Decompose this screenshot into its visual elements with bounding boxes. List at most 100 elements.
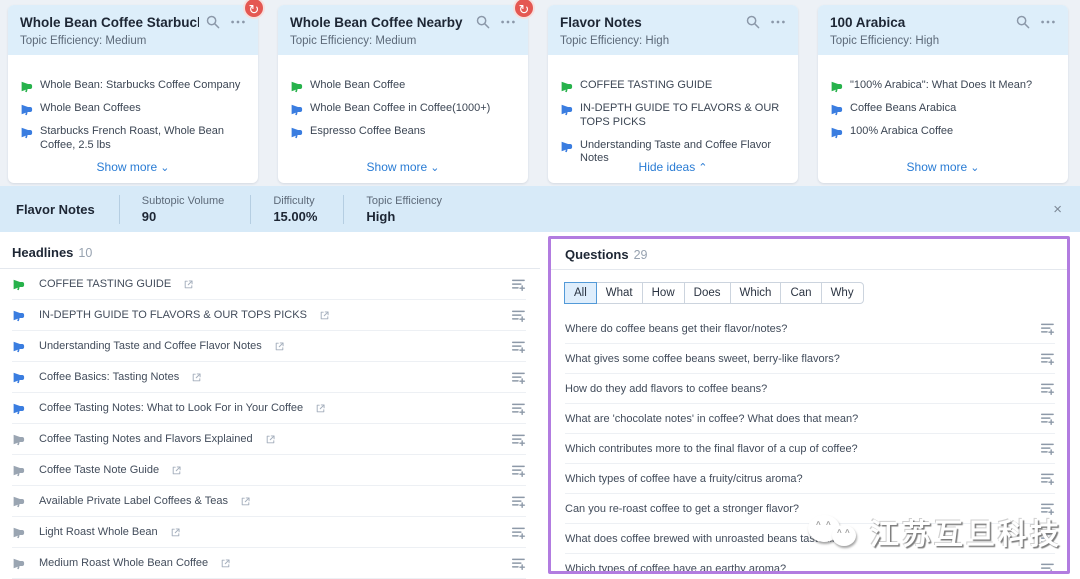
idea-item[interactable]: IN-DEPTH GUIDE TO FLAVORS & OUR TOPS PIC…	[560, 102, 786, 130]
external-link-icon[interactable]	[319, 310, 330, 321]
add-to-list-icon[interactable]	[1040, 381, 1055, 396]
more-options-icon[interactable]	[1040, 14, 1056, 30]
close-icon[interactable]: ×	[1053, 202, 1062, 217]
headlines-header: Headlines 10	[0, 238, 540, 269]
idea-text: Whole Bean Coffee	[310, 79, 405, 93]
question-filters: AllWhatHowDoesWhichCanWhy	[565, 282, 1053, 304]
headline-row[interactable]: Medium Roast Whole Bean Coffee	[12, 548, 526, 579]
filter-chip[interactable]: What	[596, 282, 643, 304]
idea-item[interactable]: Whole Bean Coffee	[290, 79, 516, 93]
add-to-list-icon[interactable]	[511, 556, 526, 571]
metric-label: Subtopic Volume	[142, 195, 225, 207]
more-options-icon[interactable]	[230, 14, 246, 30]
headline-row[interactable]: Coffee Taste Note Guide	[12, 455, 526, 486]
add-to-list-icon[interactable]	[511, 525, 526, 540]
add-to-list-icon[interactable]	[1040, 351, 1055, 366]
filter-chip[interactable]: How	[642, 282, 685, 304]
megaphone-icon	[12, 340, 25, 353]
detail-metrics: Subtopic Volume 90 Difficulty 15.00% Top…	[119, 195, 468, 224]
add-to-list-icon[interactable]	[511, 277, 526, 292]
search-icon[interactable]	[745, 14, 761, 30]
add-to-list-icon[interactable]	[511, 339, 526, 354]
idea-item[interactable]: "100% Arabica": What Does It Mean?	[830, 79, 1056, 93]
add-to-list-icon[interactable]	[511, 494, 526, 509]
add-to-list-icon[interactable]	[511, 370, 526, 385]
idea-item[interactable]: Espresso Coffee Beans	[290, 125, 516, 139]
external-link-icon[interactable]	[191, 372, 202, 383]
idea-item[interactable]: Whole Bean Coffees	[20, 102, 246, 116]
add-to-list-icon[interactable]	[511, 463, 526, 478]
question-row[interactable]: Where do coffee beans get their flavor/n…	[565, 314, 1055, 344]
question-row[interactable]: Which types of coffee have a fruity/citr…	[565, 464, 1055, 494]
add-to-list-icon[interactable]	[1040, 471, 1055, 486]
add-to-list-icon[interactable]	[1040, 561, 1055, 574]
search-icon[interactable]	[1015, 14, 1031, 30]
metric-block: Subtopic Volume 90	[119, 195, 251, 224]
show-more-link[interactable]: Show more⌄	[818, 160, 1068, 174]
question-row[interactable]: What does coffee brewed with unroasted b…	[565, 524, 1055, 554]
show-more-label: Hide ideas	[639, 160, 696, 174]
question-row[interactable]: How do they add flavors to coffee beans?	[565, 374, 1055, 404]
headline-row[interactable]: Coffee Tasting Notes and Flavors Explain…	[12, 424, 526, 455]
topic-card: ↻ Whole Bean Coffee Starbucks Topic Effi…	[8, 5, 258, 183]
filter-chip[interactable]: Does	[684, 282, 731, 304]
question-text: How do they add flavors to coffee beans?	[565, 383, 767, 395]
more-options-icon[interactable]	[500, 14, 516, 30]
chevron-icon: ⌄	[970, 161, 979, 174]
external-link-icon[interactable]	[265, 434, 276, 445]
idea-item[interactable]: COFFEE TASTING GUIDE	[560, 79, 786, 93]
filter-chip[interactable]: Why	[821, 282, 864, 304]
external-link-icon[interactable]	[315, 403, 326, 414]
more-options-icon[interactable]	[770, 14, 786, 30]
external-link-icon[interactable]	[220, 558, 231, 569]
headline-text: Medium Roast Whole Bean Coffee	[39, 557, 208, 569]
add-to-list-icon[interactable]	[511, 401, 526, 416]
headline-row[interactable]: COFFEE TASTING GUIDE	[12, 269, 526, 300]
idea-item[interactable]: Coffee Beans Arabica	[830, 102, 1056, 116]
topic-card-header: 100 Arabica Topic Efficiency: High	[818, 5, 1068, 55]
external-link-icon[interactable]	[183, 279, 194, 290]
add-to-list-icon[interactable]	[1040, 321, 1055, 336]
headline-row[interactable]: Light Roast Whole Bean	[12, 517, 526, 548]
megaphone-icon	[12, 309, 25, 322]
question-row[interactable]: Which types of coffee have an earthy aro…	[565, 554, 1055, 574]
add-to-list-icon[interactable]	[1040, 411, 1055, 426]
megaphone-icon	[830, 80, 843, 93]
filter-chip[interactable]: All	[564, 282, 597, 304]
headline-row[interactable]: Understanding Taste and Coffee Flavor No…	[12, 331, 526, 362]
external-link-icon[interactable]	[171, 465, 182, 476]
question-row[interactable]: What gives some coffee beans sweet, berr…	[565, 344, 1055, 374]
search-icon[interactable]	[475, 14, 491, 30]
question-row[interactable]: What are 'chocolate notes' in coffee? Wh…	[565, 404, 1055, 434]
headline-row[interactable]: Available Private Label Coffees & Teas	[12, 486, 526, 517]
add-to-list-icon[interactable]	[511, 308, 526, 323]
topic-card-header: Flavor Notes Topic Efficiency: High	[548, 5, 798, 55]
refresh-badge-icon[interactable]: ↻	[243, 0, 265, 19]
question-text: Where do coffee beans get their flavor/n…	[565, 323, 787, 335]
external-link-icon[interactable]	[240, 496, 251, 507]
show-more-link[interactable]: Hide ideas⌃	[548, 160, 798, 174]
idea-item[interactable]: Starbucks French Roast, Whole Bean Coffe…	[20, 125, 246, 153]
search-icon[interactable]	[205, 14, 221, 30]
idea-item[interactable]: 100% Arabica Coffee	[830, 125, 1056, 139]
question-row[interactable]: Which contributes more to the final flav…	[565, 434, 1055, 464]
add-to-list-icon[interactable]	[1040, 441, 1055, 456]
idea-item[interactable]: Whole Bean Coffee in Coffee(1000+)	[290, 102, 516, 116]
filter-chip[interactable]: Can	[780, 282, 821, 304]
idea-item[interactable]: Whole Bean: Starbucks Coffee Company	[20, 79, 246, 93]
show-more-link[interactable]: Show more⌄	[8, 160, 258, 174]
filter-chip[interactable]: Which	[730, 282, 782, 304]
refresh-badge-icon[interactable]: ↻	[513, 0, 535, 19]
add-to-list-icon[interactable]	[1040, 501, 1055, 516]
add-to-list-icon[interactable]	[1040, 531, 1055, 546]
external-link-icon[interactable]	[170, 527, 181, 538]
headline-row[interactable]: Coffee Tasting Notes: What to Look For i…	[12, 393, 526, 424]
add-to-list-icon[interactable]	[511, 432, 526, 447]
headline-row[interactable]: IN-DEPTH GUIDE TO FLAVORS & OUR TOPS PIC…	[12, 300, 526, 331]
headline-row[interactable]: Coffee Basics: Tasting Notes	[12, 362, 526, 393]
questions-list: Where do coffee beans get their flavor/n…	[551, 314, 1067, 574]
questions-header: Questions 29	[551, 239, 1067, 270]
external-link-icon[interactable]	[274, 341, 285, 352]
question-row[interactable]: Can you re-roast coffee to get a stronge…	[565, 494, 1055, 524]
show-more-link[interactable]: Show more⌄	[278, 160, 528, 174]
